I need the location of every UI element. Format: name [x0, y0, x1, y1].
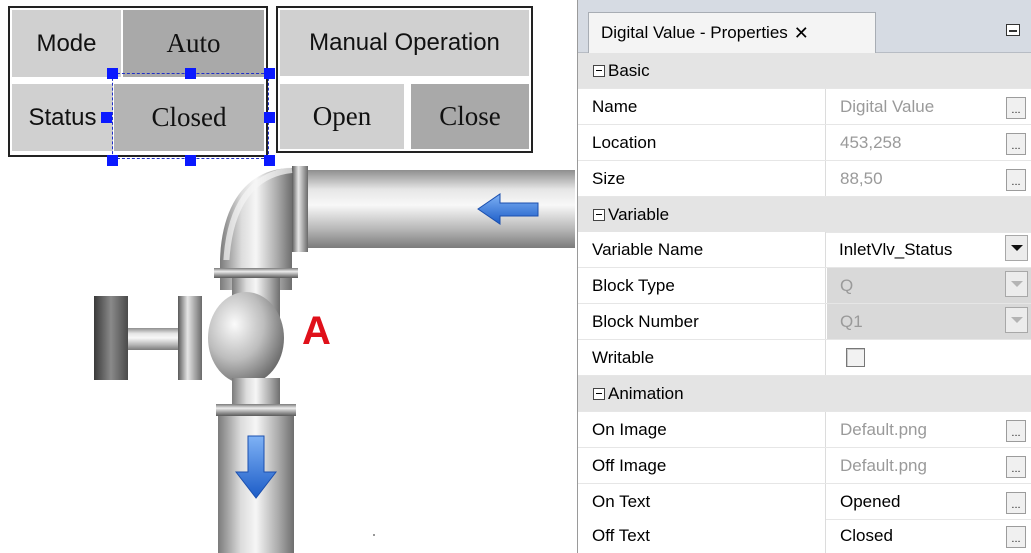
ellipsis-button[interactable]: ...: [1006, 133, 1026, 155]
collapse-icon[interactable]: [593, 208, 605, 221]
property-label: Size: [578, 161, 826, 196]
property-value[interactable]: InletVlv_Status: [827, 232, 1031, 267]
mode-label: Mode: [12, 10, 121, 77]
resize-handle-n[interactable]: [185, 68, 196, 79]
ellipsis-button[interactable]: ...: [1006, 456, 1026, 478]
property-value: Default.png: [840, 419, 927, 439]
valve-side-flange: [178, 296, 202, 380]
resize-handle-e[interactable]: [264, 112, 275, 123]
property-label: Writable: [578, 340, 826, 375]
manual-operation-title: Manual Operation: [280, 10, 529, 76]
resize-handle-nw[interactable]: [107, 68, 118, 79]
property-label: Off Text: [578, 518, 826, 553]
category-animation-label: Animation: [608, 383, 684, 403]
open-button[interactable]: Open: [280, 84, 404, 149]
dropdown-button: [1005, 271, 1028, 297]
valve-stem: [128, 328, 184, 350]
valve-marker-label: A: [302, 309, 331, 353]
category-basic-label: Basic: [608, 60, 650, 80]
ellipsis-button[interactable]: ...: [1006, 420, 1026, 442]
resize-handle-ne[interactable]: [264, 68, 275, 79]
property-row-name[interactable]: Name Digital Value ...: [578, 89, 1031, 125]
property-label: On Image: [578, 412, 826, 447]
category-animation[interactable]: Animation: [578, 376, 1031, 412]
valve-handle[interactable]: [94, 296, 128, 380]
writable-checkbox[interactable]: [846, 348, 865, 367]
property-value: Q: [827, 268, 1031, 303]
manual-operation-panel: Manual Operation Open Close: [276, 6, 533, 153]
properties-tab-bar: Digital Value - Properties ✕: [578, 0, 1031, 53]
property-label: On Text: [578, 484, 826, 519]
block-number-value: Q1: [840, 311, 863, 331]
property-row-variable-name[interactable]: Variable Name InletVlv_Status: [578, 232, 1031, 268]
property-row-block-number[interactable]: Block Number Q1: [578, 304, 1031, 340]
property-row-off-text[interactable]: Off Text Closed ...: [578, 518, 1031, 553]
block-type-value: Q: [840, 275, 854, 295]
property-value: Q1: [827, 304, 1031, 339]
collapse-icon[interactable]: [593, 64, 605, 77]
property-value: [827, 340, 1031, 375]
collapse-icon[interactable]: [593, 387, 605, 400]
property-label: Variable Name: [578, 232, 826, 267]
valve-body: [208, 292, 284, 384]
dropdown-button[interactable]: [1005, 235, 1028, 261]
lower-flange: [216, 404, 296, 416]
category-variable[interactable]: Variable: [578, 197, 1031, 233]
close-button[interactable]: Close: [411, 84, 529, 149]
properties-panel: Digital Value - Properties ✕ Basic Name …: [577, 0, 1031, 553]
property-row-location[interactable]: Location 453,258 ...: [578, 125, 1031, 161]
property-label: Location: [578, 125, 826, 160]
property-row-on-image[interactable]: On Image Default.png ...: [578, 412, 1031, 448]
property-value: Default.png: [840, 455, 927, 475]
property-row-on-text[interactable]: On Text Opened ...: [578, 484, 1031, 520]
close-icon[interactable]: ✕: [794, 23, 809, 44]
property-value[interactable]: Closed: [827, 518, 1031, 553]
property-label: Off Image: [578, 448, 826, 483]
properties-tab[interactable]: Digital Value - Properties ✕: [588, 12, 876, 53]
mode-value: Auto: [123, 10, 264, 77]
category-basic[interactable]: Basic: [578, 53, 1031, 89]
property-value: Digital Value: [840, 96, 935, 116]
property-row-writable[interactable]: Writable: [578, 340, 1031, 376]
ellipsis-button[interactable]: ...: [1006, 492, 1026, 514]
property-value: 453,258: [840, 132, 902, 152]
property-value: 88,50: [840, 168, 883, 188]
minimize-icon[interactable]: [1006, 24, 1020, 36]
category-variable-label: Variable: [608, 204, 670, 224]
status-label: Status: [12, 84, 113, 151]
property-row-off-image[interactable]: Off Image Default.png ...: [578, 448, 1031, 484]
property-label: Block Type: [578, 268, 826, 303]
property-label: Block Number: [578, 304, 826, 339]
property-label: Name: [578, 89, 826, 124]
ellipsis-button[interactable]: ...: [1006, 526, 1026, 548]
ellipsis-button[interactable]: ...: [1006, 169, 1026, 191]
mode-status-panel: Mode Auto Status Closed: [8, 6, 268, 157]
ellipsis-button[interactable]: ...: [1006, 97, 1026, 119]
chevron-down-icon: [1010, 281, 1023, 287]
chevron-down-icon: [1010, 317, 1023, 323]
inlet-flange: [292, 166, 308, 252]
upper-flange: [214, 268, 298, 278]
property-value[interactable]: Opened: [827, 484, 1031, 519]
properties-tab-title: Digital Value - Properties: [601, 23, 788, 42]
property-row-size[interactable]: Size 88,50 ...: [578, 161, 1031, 197]
pipe-valve-diagram: [94, 166, 575, 553]
dropdown-button: [1005, 307, 1028, 333]
status-value-display[interactable]: Closed: [114, 84, 264, 151]
chevron-down-icon: [1010, 245, 1023, 251]
property-row-block-type[interactable]: Block Type Q: [578, 268, 1031, 304]
resize-handle-w[interactable]: [101, 112, 112, 123]
